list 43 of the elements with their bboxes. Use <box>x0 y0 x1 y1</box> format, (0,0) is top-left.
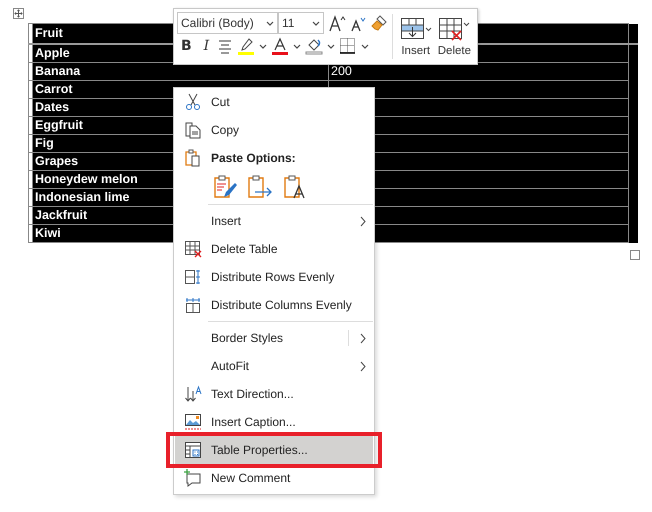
chevron-right-icon <box>360 332 366 344</box>
resize-handle[interactable] <box>630 250 640 260</box>
caret-icon[interactable] <box>259 42 268 50</box>
clipboard-icon <box>184 149 202 167</box>
grow-font-icon[interactable] <box>328 14 346 32</box>
distribute-columns-icon <box>184 296 202 314</box>
chevron-right-icon <box>360 216 366 226</box>
menu-item[interactable]: Distribute Columns Evenly <box>175 291 373 319</box>
menu-item[interactable]: AutoFit <box>175 352 373 380</box>
copy-icon <box>184 121 202 139</box>
delete-button[interactable]: Delete <box>434 12 474 61</box>
menu-item[interactable]: New Comment <box>175 464 373 492</box>
menu-item[interactable]: Text Direction... <box>175 380 373 408</box>
shading-icon[interactable] <box>305 37 324 55</box>
caret-icon[interactable] <box>327 42 336 50</box>
caret-icon[interactable] <box>293 42 302 50</box>
caret-icon <box>266 20 274 26</box>
table-delete-icon <box>184 240 202 258</box>
paste-merge-icon[interactable] <box>247 175 273 199</box>
image-caption-icon <box>184 413 202 431</box>
insert-button[interactable]: Insert <box>396 12 435 61</box>
chevron-right-icon <box>360 360 366 372</box>
font-color-icon[interactable] <box>271 37 290 55</box>
caret-icon <box>312 20 320 26</box>
scissors-icon <box>185 93 201 111</box>
move-handle-icon[interactable] <box>13 8 24 19</box>
distribute-rows-icon <box>184 268 202 286</box>
paste-text-icon[interactable] <box>283 175 307 199</box>
borders-icon[interactable] <box>339 37 358 55</box>
menu-item[interactable]: Distribute Rows Evenly <box>175 263 373 291</box>
caret-icon[interactable] <box>361 42 370 50</box>
text-direction-icon <box>184 385 202 403</box>
table-delete-icon <box>438 16 470 42</box>
comment-icon <box>184 469 202 487</box>
menu-item[interactable]: Insert Caption... <box>175 408 373 436</box>
paste-formatting-icon[interactable] <box>213 175 237 199</box>
font-size-dropdown[interactable]: 11 <box>278 12 324 34</box>
align-center-icon[interactable] <box>217 38 234 54</box>
menu-item[interactable]: Table Properties... <box>175 436 373 464</box>
highlighter-icon[interactable] <box>237 37 256 55</box>
font-dropdown[interactable]: Calibri (Body) <box>177 12 278 34</box>
menu-item[interactable]: Border Styles <box>175 324 373 352</box>
table-properties-icon <box>184 441 202 459</box>
